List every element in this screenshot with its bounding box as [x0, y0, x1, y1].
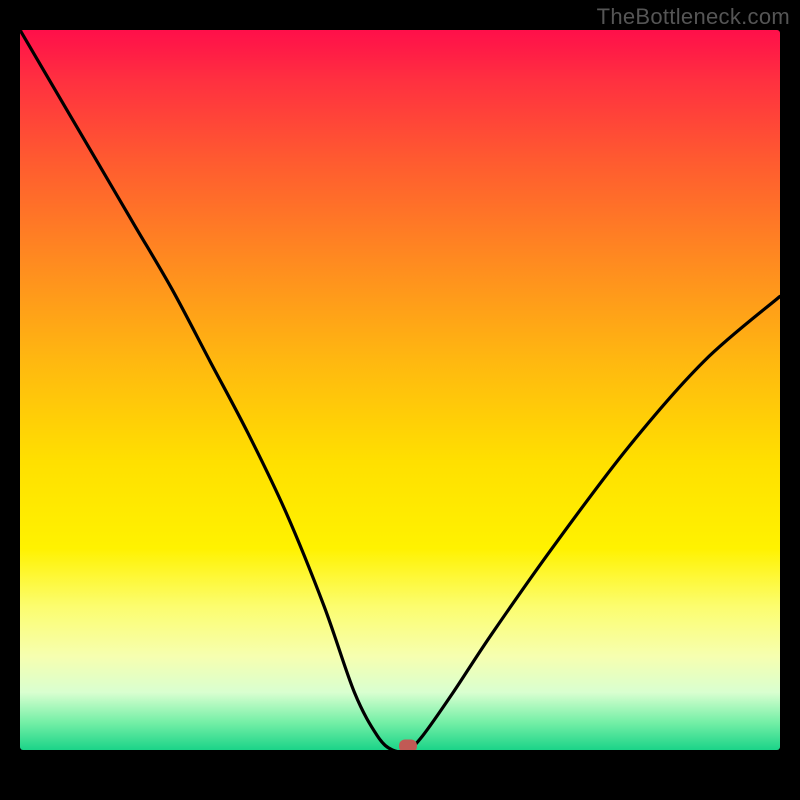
optimum-marker [399, 740, 417, 750]
chart-frame: TheBottleneck.com [0, 0, 800, 800]
plot-area [20, 30, 780, 750]
attribution-watermark: TheBottleneck.com [597, 4, 790, 30]
bottleneck-curve [20, 30, 780, 750]
